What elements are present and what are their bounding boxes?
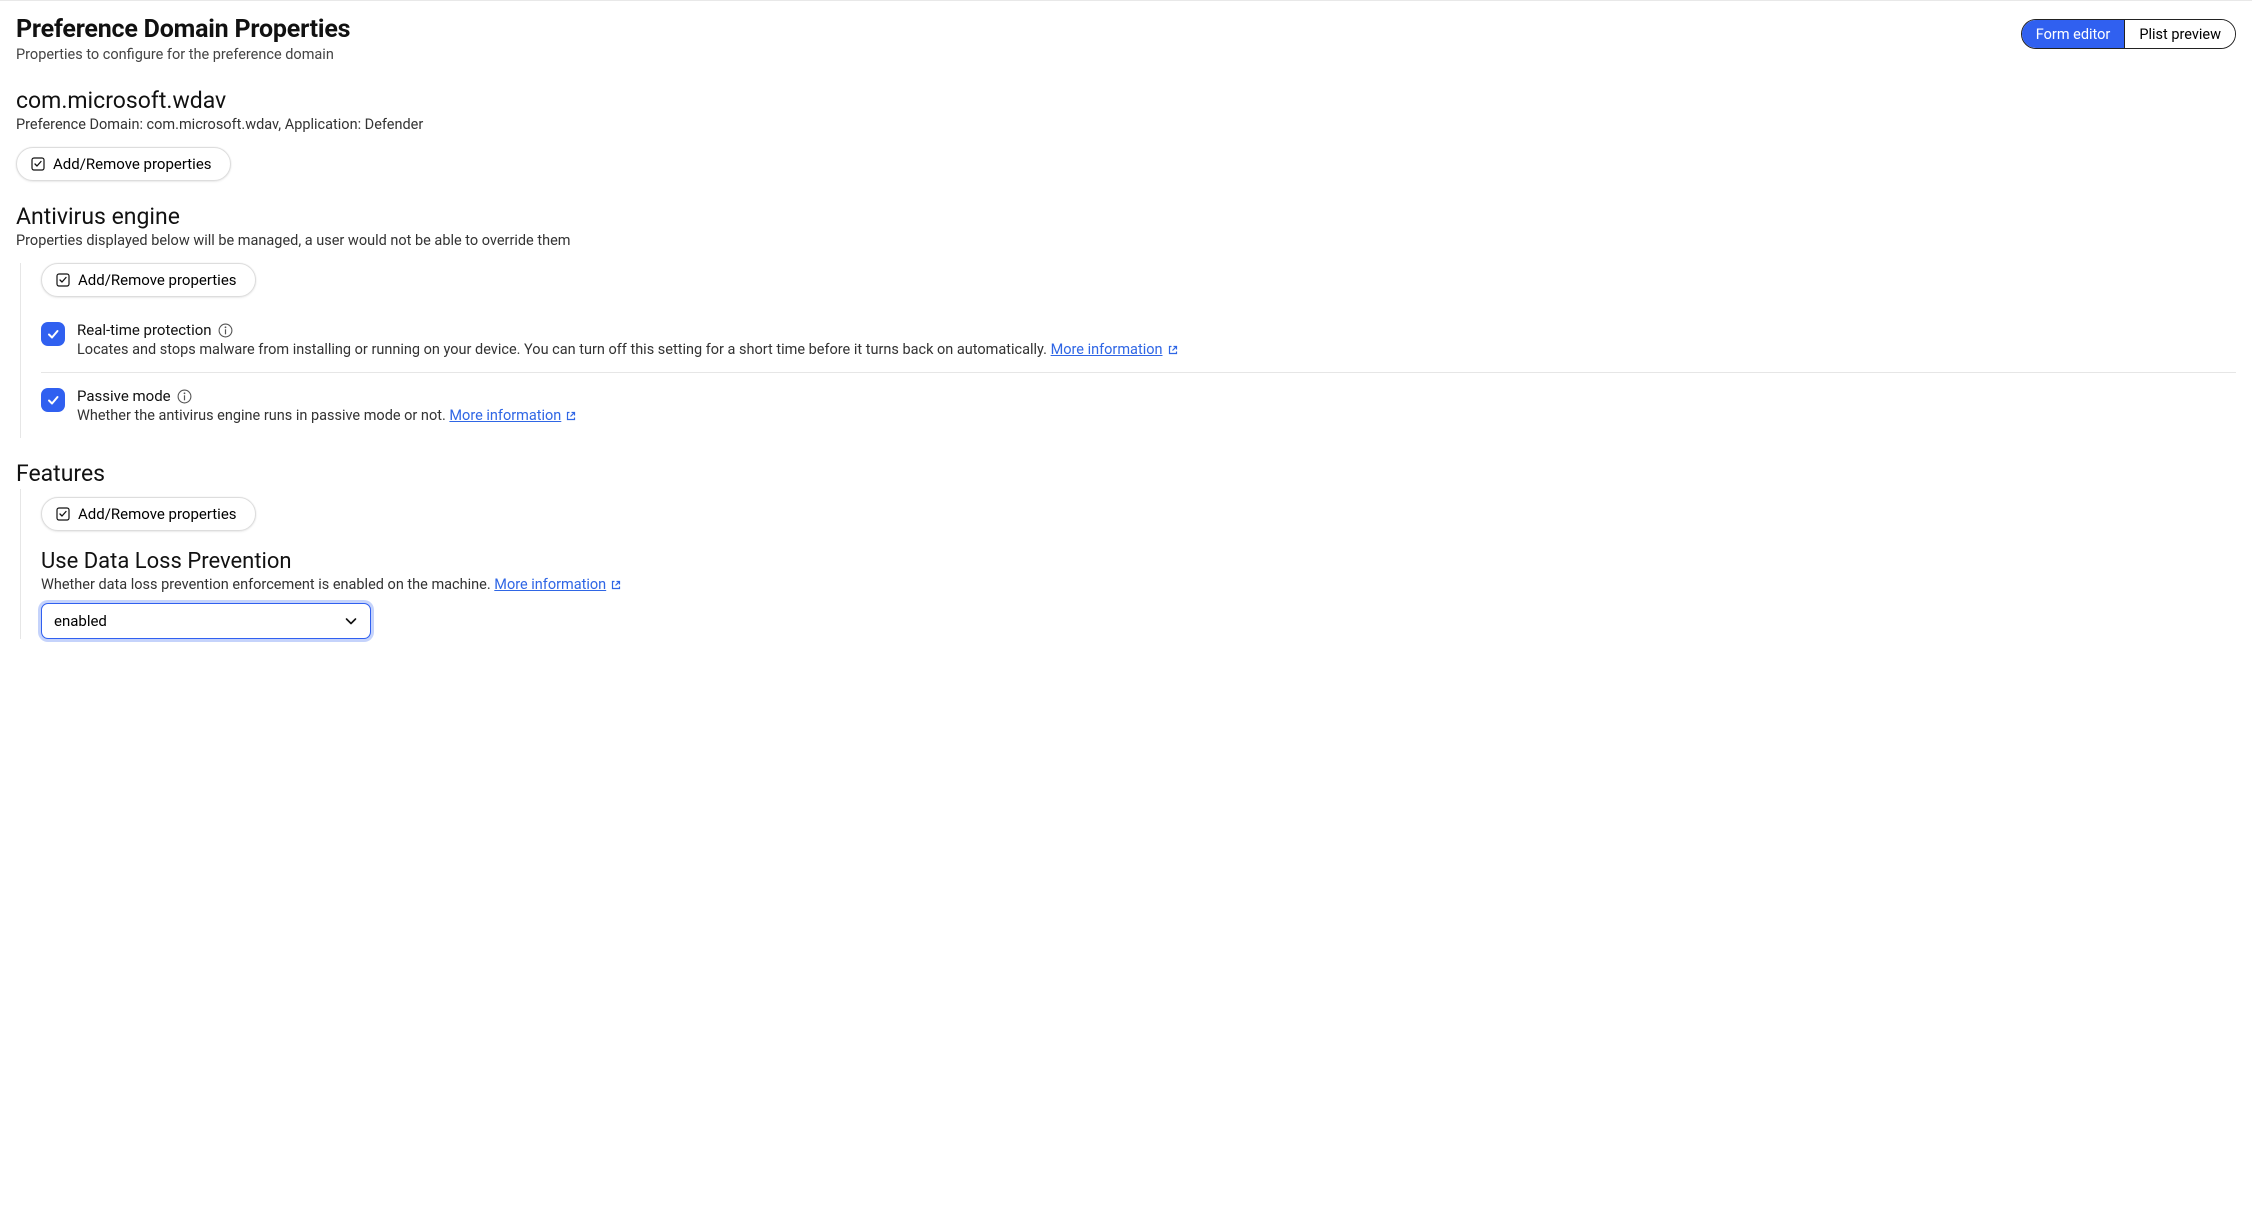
form-editor-tab[interactable]: Form editor <box>2022 20 2125 48</box>
domain-subtitle: Preference Domain: com.microsoft.wdav, A… <box>16 116 2236 133</box>
passive-mode-desc: Whether the antivirus engine runs in pas… <box>77 407 446 424</box>
realtime-protection-checkbox[interactable] <box>41 322 65 346</box>
info-icon[interactable] <box>218 323 233 338</box>
dlp-select[interactable]: enabled <box>41 603 371 639</box>
add-remove-properties-button[interactable]: Add/Remove properties <box>16 147 231 181</box>
info-icon[interactable] <box>177 389 192 404</box>
plist-preview-tab[interactable]: Plist preview <box>2124 20 2235 48</box>
antivirus-add-remove-button[interactable]: Add/Remove properties <box>41 263 256 297</box>
realtime-protection-row: Real-time protection Locates and stops m… <box>41 307 2236 372</box>
passive-mode-label: Passive mode <box>77 387 171 405</box>
checklist-icon <box>56 507 70 521</box>
dlp-title: Use Data Loss Prevention <box>41 549 2236 574</box>
checklist-icon <box>56 273 70 287</box>
antivirus-engine-title: Antivirus engine <box>16 203 2236 230</box>
passive-mode-row: Passive mode Whether the antivirus engin… <box>41 372 2236 438</box>
page-title: Preference Domain Properties <box>16 15 350 44</box>
external-link-icon <box>610 579 622 591</box>
checklist-icon <box>31 157 45 171</box>
dlp-more-info-link[interactable]: More information <box>494 576 622 593</box>
realtime-protection-label: Real-time protection <box>77 321 212 339</box>
features-add-remove-button[interactable]: Add/Remove properties <box>41 497 256 531</box>
realtime-protection-desc: Locates and stops malware from installin… <box>77 341 1047 358</box>
add-remove-label: Add/Remove properties <box>78 271 237 289</box>
passive-mode-checkbox[interactable] <box>41 388 65 412</box>
add-remove-label: Add/Remove properties <box>78 505 237 523</box>
page-subtitle: Properties to configure for the preferen… <box>16 46 350 63</box>
antivirus-engine-subtitle: Properties displayed below will be manag… <box>16 232 2236 249</box>
external-link-icon <box>565 410 577 422</box>
domain-title: com.microsoft.wdav <box>16 87 2236 114</box>
view-mode-segmented: Form editor Plist preview <box>2021 19 2236 49</box>
dlp-desc: Whether data loss prevention enforcement… <box>41 576 491 593</box>
add-remove-label: Add/Remove properties <box>53 155 212 173</box>
external-link-icon <box>1167 344 1179 356</box>
features-title: Features <box>16 460 2236 487</box>
passive-more-info-link[interactable]: More information <box>449 407 577 424</box>
realtime-more-info-link[interactable]: More information <box>1051 341 1179 358</box>
